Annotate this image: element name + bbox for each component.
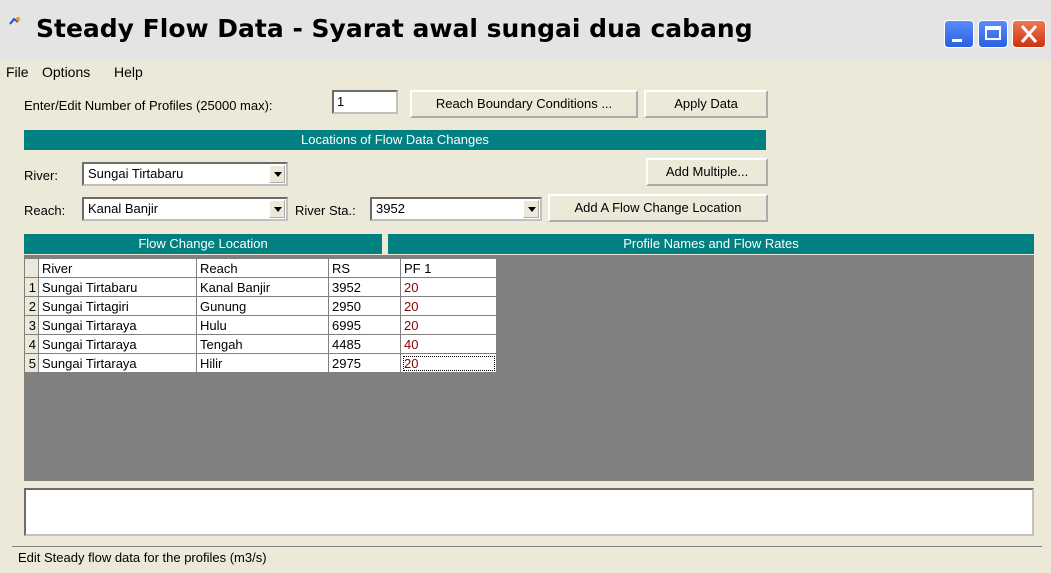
reach-label: Reach: <box>24 203 66 218</box>
cell-rs[interactable]: 4485 <box>328 334 401 354</box>
cell-reach[interactable]: Gunung <box>196 296 329 316</box>
locations-header: Locations of Flow Data Changes <box>24 130 766 150</box>
profile-names-header: Profile Names and Flow Rates <box>388 234 1034 254</box>
cell-flow-pf1[interactable]: 40 <box>400 334 497 354</box>
chevron-down-icon[interactable] <box>269 200 285 218</box>
table-row: 3 Sungai Tirtaraya Hulu 6995 20 <box>24 315 497 335</box>
cell-reach[interactable]: Tengah <box>196 334 329 354</box>
apply-data-button[interactable]: Apply Data <box>644 90 768 118</box>
row-number[interactable]: 3 <box>24 315 39 335</box>
river-select-value: Sungai Tirtabaru <box>88 166 184 181</box>
minimize-button[interactable] <box>944 20 974 48</box>
table-row: 1 Sungai Tirtabaru Kanal Banjir 3952 20 <box>24 277 497 297</box>
corner-cell <box>24 258 39 278</box>
profiles-label: Enter/Edit Number of Profiles (25000 max… <box>24 98 273 113</box>
cell-flow-pf1[interactable]: 20 <box>400 277 497 297</box>
menu-help[interactable]: Help <box>114 64 143 80</box>
cell-rs[interactable]: 2975 <box>328 353 401 373</box>
river-station-select[interactable]: 3952 <box>370 197 542 221</box>
column-header-rs: RS <box>328 258 401 278</box>
chevron-down-icon[interactable] <box>523 200 539 218</box>
maximize-button[interactable] <box>978 20 1008 48</box>
minimize-icon <box>952 39 962 42</box>
reach-select-value: Kanal Banjir <box>88 201 159 216</box>
row-number[interactable]: 4 <box>24 334 39 354</box>
reach-select[interactable]: Kanal Banjir <box>82 197 288 221</box>
chevron-down-icon[interactable] <box>269 165 285 183</box>
cell-reach[interactable]: Kanal Banjir <box>196 277 329 297</box>
column-header-river: River <box>38 258 197 278</box>
row-number[interactable]: 5 <box>24 353 39 373</box>
table-header-row: River Reach RS PF 1 <box>24 258 497 278</box>
cell-reach[interactable]: Hulu <box>196 315 329 335</box>
cell-river[interactable]: Sungai Tirtaraya <box>38 353 197 373</box>
river-station-label: River Sta.: <box>295 203 356 218</box>
table-row: 2 Sungai Tirtagiri Gunung 2950 20 <box>24 296 497 316</box>
app-icon[interactable] <box>8 16 22 30</box>
column-header-pf1: PF 1 <box>400 258 497 278</box>
cell-river[interactable]: Sungai Tirtabaru <box>38 277 197 297</box>
title-bar: Steady Flow Data - Syarat awal sungai du… <box>0 0 1051 60</box>
cell-river[interactable]: Sungai Tirtagiri <box>38 296 197 316</box>
menu-file[interactable]: File <box>6 64 29 80</box>
cell-river[interactable]: Sungai Tirtaraya <box>38 334 197 354</box>
maximize-icon <box>985 26 1001 40</box>
cell-rs[interactable]: 2950 <box>328 296 401 316</box>
flow-change-location-header: Flow Change Location <box>24 234 382 254</box>
cell-flow-pf1[interactable]: 20 <box>400 296 497 316</box>
status-bar: Edit Steady flow data for the profiles (… <box>12 546 1042 568</box>
river-station-value: 3952 <box>376 201 405 216</box>
reach-boundary-conditions-button[interactable]: Reach Boundary Conditions ... <box>410 90 638 118</box>
river-select[interactable]: Sungai Tirtabaru <box>82 162 288 186</box>
cell-reach[interactable]: Hilir <box>196 353 329 373</box>
description-box[interactable] <box>24 488 1034 536</box>
table-row: 5 Sungai Tirtaraya Hilir 2975 20 <box>24 353 497 373</box>
river-label: River: <box>24 168 58 183</box>
profiles-count-input[interactable]: 1 <box>332 90 398 114</box>
close-button[interactable] <box>1012 20 1046 48</box>
cell-flow-pf1[interactable]: 20 <box>400 315 497 335</box>
cell-rs[interactable]: 6995 <box>328 315 401 335</box>
column-header-reach: Reach <box>196 258 329 278</box>
close-icon <box>1020 25 1038 43</box>
flow-data-table: River Reach RS PF 1 1 Sungai Tirtabaru K… <box>24 258 497 373</box>
cell-rs[interactable]: 3952 <box>328 277 401 297</box>
table-row: 4 Sungai Tirtaraya Tengah 4485 40 <box>24 334 497 354</box>
steady-flow-window: Steady Flow Data - Syarat awal sungai du… <box>0 0 1051 573</box>
cell-flow-pf1-selected[interactable]: 20 <box>400 353 497 373</box>
menu-bar: File Options Help <box>0 60 1051 86</box>
add-flow-change-location-button[interactable]: Add A Flow Change Location <box>548 194 768 222</box>
row-number[interactable]: 1 <box>24 277 39 297</box>
cell-river[interactable]: Sungai Tirtaraya <box>38 315 197 335</box>
row-number[interactable]: 2 <box>24 296 39 316</box>
window-title: Steady Flow Data - Syarat awal sungai du… <box>36 14 753 43</box>
menu-options[interactable]: Options <box>42 64 90 80</box>
add-multiple-button[interactable]: Add Multiple... <box>646 158 768 186</box>
